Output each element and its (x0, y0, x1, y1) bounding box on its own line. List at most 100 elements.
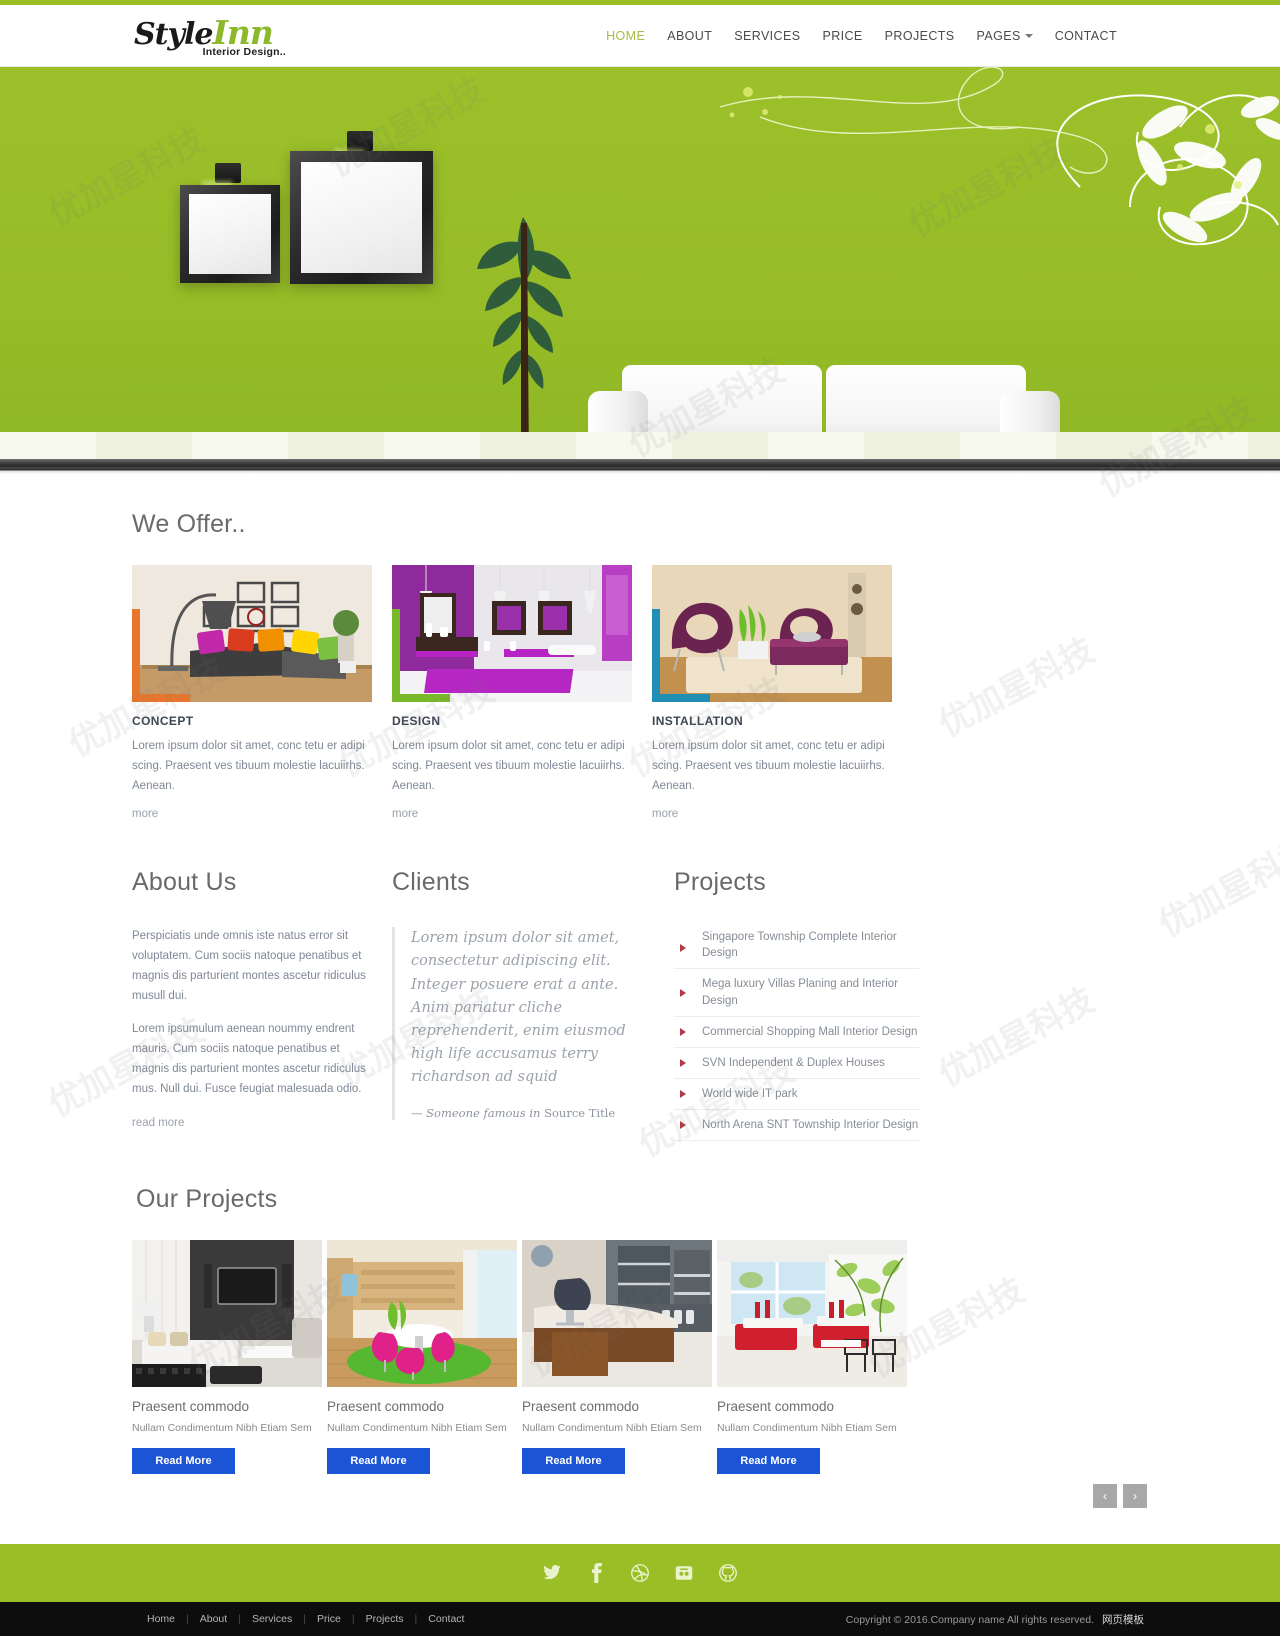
attribution-name: Someone famous in (426, 1105, 545, 1120)
attribution-dash: — (411, 1105, 427, 1120)
logo-text-primary: Style (134, 16, 213, 52)
nav-item-contact[interactable]: CONTACT (1044, 23, 1128, 49)
nav-item-pages-label: PAGES (976, 28, 1021, 43)
nav-item-projects[interactable]: PROJECTS (874, 23, 966, 49)
read-more-button-4[interactable]: Read More (717, 1448, 820, 1475)
pagination-prev-button[interactable]: ‹ (1093, 1484, 1117, 1509)
wall-picture-frame-large (290, 151, 433, 284)
offer-image-installation[interactable] (652, 565, 892, 702)
project-thumbnail-4[interactable] (717, 1240, 907, 1388)
offer-body-design: Lorem ipsum dolor sit amet, conc tetu er… (392, 740, 625, 792)
project-thumbnail-1[interactable] (132, 1240, 322, 1388)
footer-link-price[interactable]: Price (306, 1613, 352, 1625)
read-more-button-1[interactable]: Read More (132, 1448, 235, 1475)
project-thumbnail-2[interactable] (327, 1240, 517, 1388)
project-card-subtitle-4: Nullam Condimentum Nibh Etiam Sem (717, 1422, 897, 1435)
project-card-4: Praesent commodo Nullam Condimentum Nibh… (717, 1240, 907, 1475)
offer-more-link-installation[interactable]: more (652, 808, 678, 820)
offer-body-installation: Lorem ipsum dolor sit amet, conc tetu er… (652, 740, 885, 792)
copyright-text: Copyright © 2016.Company name All rights… (845, 1613, 1094, 1626)
projects-list: Singapore Township Complete Interior Des… (674, 927, 919, 1142)
potted-plant (477, 217, 571, 467)
offer-more-link-concept[interactable]: more (132, 808, 158, 820)
we-offer-title: We Offer.. (132, 510, 246, 538)
list-item[interactable]: Commercial Shopping Mall Interior Design (674, 1017, 919, 1048)
we-offer-section: We Offer.. CONCEPT Lorem ipsum dolor sit… (128, 474, 1152, 822)
offer-image-concept[interactable] (132, 565, 372, 702)
offer-card-design: DESIGN Lorem ipsum dolor sit amet, conc … (392, 565, 632, 822)
offer-card-concept: CONCEPT Lorem ipsum dolor sit amet, conc… (132, 565, 372, 822)
hero-banner (0, 67, 1280, 467)
nav-item-pages[interactable]: PAGES (966, 23, 1044, 49)
footer-navigation: Home | About | Services | Price | Projec… (128, 1613, 475, 1625)
about-paragraph-2: Lorem ipsumulum aenean noummy endrent ma… (132, 1023, 366, 1095)
nav-item-price[interactable]: PRICE (811, 23, 873, 49)
footer-link-home[interactable]: Home (136, 1613, 186, 1625)
our-projects-section: Our Projects Praesent commodo Nullam Con… (128, 1141, 1152, 1509)
list-item[interactable]: Mega luxury Villas Planing and Interior … (674, 969, 919, 1017)
offer-accent-installation (652, 609, 710, 702)
project-thumbnail-3[interactable] (522, 1240, 712, 1388)
projects-list-title: Projects (674, 868, 766, 897)
hero-floor-edge (0, 459, 1280, 467)
site-logo[interactable]: StyleInn Interior Design.. (128, 14, 428, 58)
offer-body-concept: Lorem ipsum dolor sit amet, conc tetu er… (132, 740, 365, 792)
offer-card-installation: INSTALLATION Lorem ipsum dolor sit amet,… (652, 565, 892, 822)
facebook-icon[interactable] (585, 1562, 607, 1584)
project-card-1: Praesent commodo Nullam Condimentum Nibh… (132, 1240, 322, 1475)
github-icon[interactable] (717, 1562, 739, 1584)
footer-link-about[interactable]: About (189, 1613, 238, 1625)
cn-template-label[interactable]: 网页模板 (1102, 1614, 1144, 1626)
chevron-down-icon (1024, 34, 1033, 39)
copyright-notice: Copyright © 2016.Company name All rights… (846, 1612, 1152, 1627)
testimonial-quote: Lorem ipsum dolor sit amet, consectetur … (411, 930, 626, 1086)
nav-item-home[interactable]: HOME (595, 23, 656, 49)
footer-link-services[interactable]: Services (241, 1613, 303, 1625)
projects-list-column: Projects Singapore Township Complete Int… (674, 868, 919, 1142)
pagination-next-button[interactable]: › (1123, 1484, 1147, 1509)
offer-more-link-design[interactable]: more (392, 808, 418, 820)
hero-divider (0, 467, 1280, 474)
read-more-button-2[interactable]: Read More (327, 1448, 430, 1475)
project-card-title-2: Praesent commodo (327, 1399, 445, 1415)
project-card-3: Praesent commodo Nullam Condimentum Nibh… (522, 1240, 712, 1475)
project-card-title-3: Praesent commodo (522, 1399, 640, 1415)
info-columns: About Us Perspiciatis unde omnis iste na… (128, 822, 1152, 1142)
twitter-icon[interactable] (541, 1562, 563, 1584)
nav-item-about[interactable]: ABOUT (656, 23, 723, 49)
flickr-icon[interactable] (673, 1562, 695, 1584)
clients-title: Clients (392, 868, 470, 897)
footer-bar: Home | About | Services | Price | Projec… (0, 1602, 1280, 1636)
project-card-title-1: Praesent commodo (132, 1399, 250, 1415)
project-card-2: Praesent commodo Nullam Condimentum Nibh… (327, 1240, 517, 1475)
project-card-subtitle-1: Nullam Condimentum Nibh Etiam Sem (132, 1422, 312, 1435)
read-more-button-3[interactable]: Read More (522, 1448, 625, 1475)
list-item[interactable]: SVN Independent & Duplex Houses (674, 1048, 919, 1079)
project-card-subtitle-3: Nullam Condimentum Nibh Etiam Sem (522, 1422, 702, 1435)
about-paragraph-1: Perspiciatis unde omnis iste natus error… (132, 930, 366, 1002)
offer-accent-concept (132, 609, 190, 702)
about-read-more-link[interactable]: read more (132, 1117, 184, 1129)
clients-column: Clients Lorem ipsum dolor sit amet, cons… (392, 868, 654, 1141)
list-item[interactable]: North Arena SNT Township Interior Design (674, 1110, 919, 1142)
offer-accent-design (392, 609, 450, 702)
client-testimonial: Lorem ipsum dolor sit amet, consectetur … (392, 927, 654, 1120)
main-navigation: HOME ABOUT SERVICES PRICE PROJECTS PAGES… (595, 23, 1152, 49)
offer-heading-design: DESIGN (392, 714, 441, 728)
floral-line-art (719, 67, 1280, 246)
footer-link-contact[interactable]: Contact (417, 1613, 475, 1625)
project-card-title-4: Praesent commodo (717, 1399, 835, 1415)
offer-image-design[interactable] (392, 565, 632, 702)
list-item[interactable]: World wide IT park (674, 1079, 919, 1110)
wall-picture-frame-small (180, 185, 280, 283)
offer-heading-installation: INSTALLATION (652, 714, 744, 728)
our-projects-title: Our Projects (136, 1185, 278, 1214)
about-us-column: About Us Perspiciatis unde omnis iste na… (132, 868, 372, 1141)
footer-link-projects[interactable]: Projects (355, 1613, 415, 1625)
testimonial-attribution: — Someone famous in Source Title (411, 1106, 654, 1120)
project-card-subtitle-2: Nullam Condimentum Nibh Etiam Sem (327, 1422, 507, 1435)
nav-item-services[interactable]: SERVICES (723, 23, 811, 49)
list-item[interactable]: Singapore Township Complete Interior Des… (674, 927, 919, 970)
dribbble-icon[interactable] (629, 1562, 651, 1584)
attribution-source: Source Title (544, 1105, 616, 1120)
